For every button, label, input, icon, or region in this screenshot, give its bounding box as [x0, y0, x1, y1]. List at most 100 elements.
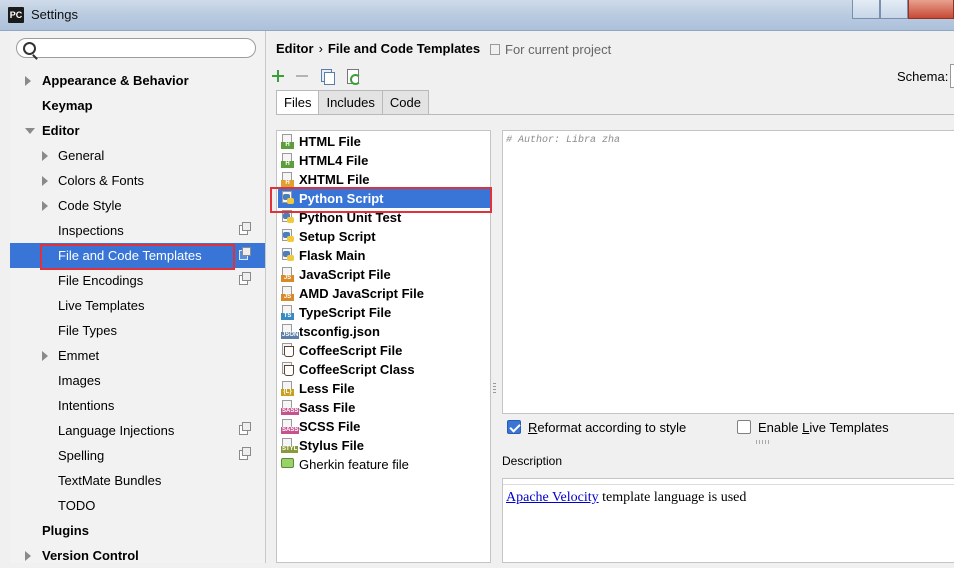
- resize-handle[interactable]: [756, 440, 770, 444]
- sidebar-item-images[interactable]: Images: [10, 368, 265, 393]
- template-item-stylus-file[interactable]: STYL Stylus File: [278, 436, 490, 455]
- live-templates-label[interactable]: Enable Live Templates: [758, 420, 889, 435]
- sidebar-item-label: Colors & Fonts: [58, 173, 144, 188]
- close-button[interactable]: [908, 0, 954, 19]
- label-part: eformat according to style: [537, 420, 687, 435]
- stylus-file-icon: STYL: [281, 438, 299, 453]
- sidebar-item-label: Live Templates: [58, 298, 145, 313]
- sidebar-item-code-style[interactable]: Code Style: [10, 193, 265, 218]
- template-item-setup-script[interactable]: Setup Script: [278, 227, 490, 246]
- scss-file-icon: SASS: [281, 419, 300, 434]
- template-label: CoffeeScript Class: [299, 362, 415, 377]
- template-item-xhtml-file[interactable]: H XHTML File: [278, 170, 490, 189]
- template-item-javascript-file[interactable]: JS JavaScript File: [278, 265, 490, 284]
- tab-code[interactable]: Code: [381, 90, 429, 114]
- template-item-tsconfig-json[interactable]: JSON tsconfig.json: [278, 322, 490, 341]
- xhtml-file-icon: H: [281, 172, 294, 187]
- sidebar-item-language-injections[interactable]: Language Injections: [10, 418, 265, 443]
- sidebar-item-label: Version Control: [42, 548, 139, 563]
- template-label: Gherkin feature file: [299, 457, 409, 472]
- template-label: Setup Script: [299, 229, 376, 244]
- collapsed-arrow-icon[interactable]: [42, 201, 48, 211]
- template-item-coffeescript-class[interactable]: CoffeeScript Class: [278, 360, 490, 379]
- sidebar-item-spelling[interactable]: Spelling: [10, 443, 265, 468]
- template-item-python-unit-test[interactable]: Python Unit Test: [278, 208, 490, 227]
- sidebar-item-label: Intentions: [58, 398, 115, 413]
- breadcrumb-current: File and Code Templates: [327, 41, 481, 56]
- template-item-scss-file[interactable]: SASS SCSS File: [278, 417, 490, 436]
- sidebar-item-intentions[interactable]: Intentions: [10, 393, 265, 418]
- sidebar-item-textmate-bundles[interactable]: TextMate Bundles: [10, 468, 265, 493]
- sidebar-item-inspections[interactable]: Inspections: [10, 218, 265, 243]
- expanded-arrow-icon[interactable]: [25, 128, 35, 134]
- search-input[interactable]: [43, 39, 253, 57]
- sidebar-item-label: TODO: [58, 498, 96, 513]
- template-item-html-file[interactable]: H HTML File: [278, 132, 490, 151]
- sidebar-item-label: Images: [58, 373, 101, 388]
- template-label: Less File: [299, 381, 355, 396]
- reformat-label[interactable]: Reformat according to style: [528, 420, 686, 435]
- gherkin-icon: [281, 457, 294, 472]
- template-label: XHTML File: [299, 172, 370, 187]
- project-level-icon: [239, 247, 251, 260]
- sidebar-item-emmet[interactable]: Emmet: [10, 343, 265, 368]
- editor-content[interactable]: # Author: Libra zha: [506, 135, 620, 146]
- template-item-amd-javascript-file[interactable]: JS AMD JavaScript File: [278, 284, 490, 303]
- template-label: HTML File: [299, 134, 361, 149]
- project-scope-icon: [490, 44, 500, 55]
- apache-velocity-link[interactable]: Apache Velocity: [506, 490, 599, 505]
- coffeescript-icon: [281, 362, 294, 377]
- sidebar-item-label: General: [58, 148, 105, 163]
- minimize-button[interactable]: [852, 0, 880, 19]
- sidebar-item-keymap[interactable]: Keymap: [10, 93, 265, 118]
- splitter-handle[interactable]: [493, 383, 496, 395]
- tab-includes[interactable]: Includes: [318, 90, 383, 114]
- label-part: Enable: [758, 420, 803, 435]
- copy-template-button[interactable]: [319, 68, 337, 86]
- sidebar-item-file-encodings[interactable]: File Encodings: [10, 268, 265, 293]
- live-templates-checkbox[interactable]: [737, 420, 751, 434]
- javascript-file-icon: JS: [281, 286, 294, 301]
- template-item-python-script[interactable]: Python Script: [278, 189, 490, 208]
- sidebar-item-version-control[interactable]: Version Control: [10, 543, 265, 568]
- sidebar-item-live-templates[interactable]: Live Templates: [10, 293, 265, 318]
- sidebar-item-colors-fonts[interactable]: Colors & Fonts: [10, 168, 265, 193]
- template-item-html4-file[interactable]: H HTML4 File: [278, 151, 490, 170]
- sidebar-item-label: Plugins: [42, 523, 89, 538]
- sidebar-item-file-and-code-templates[interactable]: File and Code Templates: [10, 243, 265, 268]
- description-label: Description: [502, 454, 563, 468]
- collapsed-arrow-icon[interactable]: [42, 176, 48, 186]
- sidebar-item-label: Keymap: [42, 98, 93, 113]
- collapsed-arrow-icon[interactable]: [42, 351, 48, 361]
- template-item-typescript-file[interactable]: TS TypeScript File: [278, 303, 490, 322]
- sidebar-item-plugins[interactable]: Plugins: [10, 518, 265, 543]
- template-item-gherkin-feature-file[interactable]: Gherkin feature file: [278, 455, 490, 474]
- template-item-less-file[interactable]: {L} Less File: [278, 379, 490, 398]
- template-label: JavaScript File: [299, 267, 391, 282]
- template-item-sass-file[interactable]: SASS Sass File: [278, 398, 490, 417]
- sidebar-item-label: TextMate Bundles: [58, 473, 162, 488]
- template-item-flask-main[interactable]: Flask Main: [278, 246, 490, 265]
- template-editor[interactable]: # Author: Libra zha: [502, 130, 954, 414]
- sidebar-item-appearance-behavior[interactable]: Appearance & Behavior: [10, 68, 265, 93]
- project-level-icon: [239, 422, 251, 435]
- sidebar-item-editor[interactable]: Editor: [10, 118, 265, 143]
- tab-files[interactable]: Files: [276, 90, 320, 115]
- sidebar-item-general[interactable]: General: [10, 143, 265, 168]
- sidebar-item-file-types[interactable]: File Types: [10, 318, 265, 343]
- collapsed-arrow-icon[interactable]: [25, 76, 31, 86]
- add-template-button[interactable]: [270, 68, 288, 86]
- project-level-icon: [239, 222, 251, 235]
- collapsed-arrow-icon[interactable]: [25, 551, 31, 561]
- reformat-checkbox[interactable]: [507, 420, 521, 434]
- schema-dropdown[interactable]: [950, 64, 954, 88]
- scope-label: For current project: [505, 42, 612, 57]
- collapsed-arrow-icon[interactable]: [42, 151, 48, 161]
- maximize-button[interactable]: [880, 0, 908, 19]
- remove-template-button[interactable]: [294, 68, 312, 86]
- template-item-coffeescript-file[interactable]: CoffeeScript File: [278, 341, 490, 360]
- sidebar-item-todo[interactable]: TODO: [10, 493, 265, 518]
- template-label: CoffeeScript File: [299, 343, 403, 358]
- reset-template-button[interactable]: [344, 68, 362, 86]
- settings-search-box[interactable]: [16, 38, 256, 58]
